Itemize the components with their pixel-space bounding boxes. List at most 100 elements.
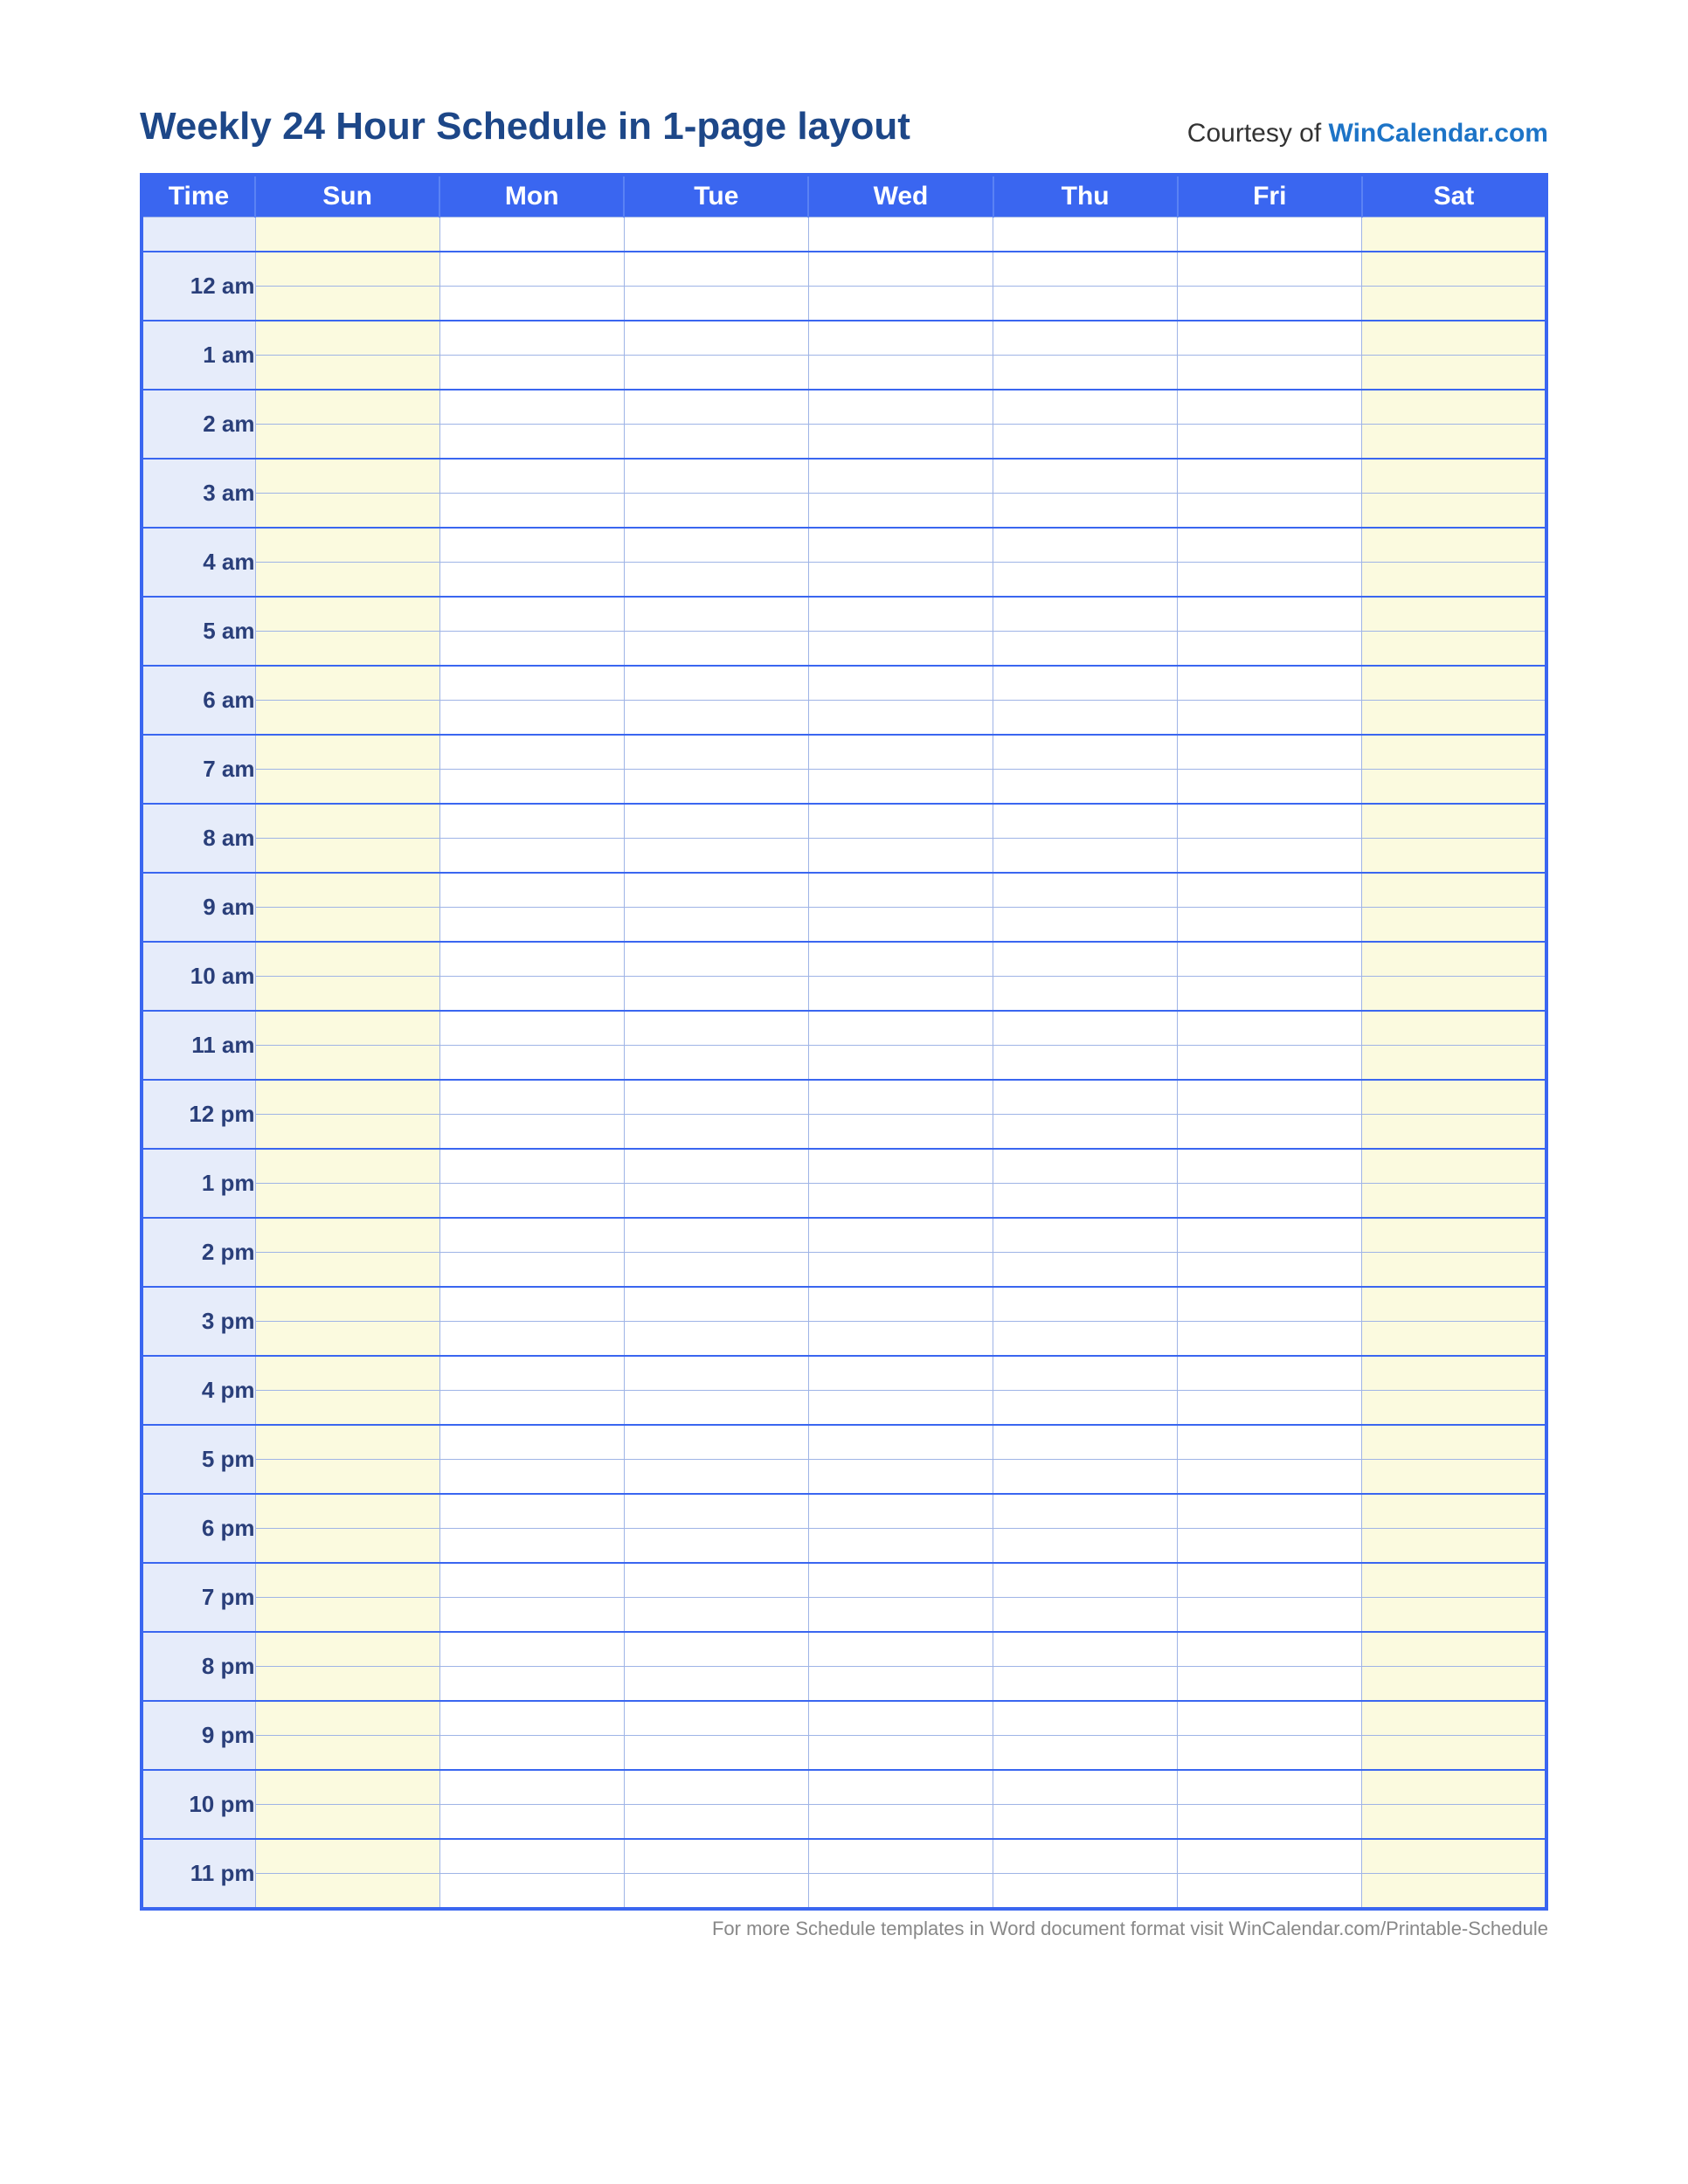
schedule-cell[interactable] bbox=[255, 666, 439, 701]
schedule-cell[interactable] bbox=[255, 1391, 439, 1426]
schedule-cell[interactable] bbox=[808, 494, 993, 529]
schedule-cell[interactable] bbox=[624, 252, 808, 287]
schedule-cell[interactable] bbox=[624, 1770, 808, 1805]
schedule-cell[interactable] bbox=[993, 252, 1178, 287]
schedule-cell[interactable] bbox=[624, 356, 808, 390]
schedule-cell[interactable] bbox=[255, 1356, 439, 1391]
schedule-cell[interactable] bbox=[255, 287, 439, 321]
schedule-cell[interactable] bbox=[808, 1322, 993, 1357]
schedule-cell[interactable] bbox=[993, 770, 1178, 805]
schedule-cell[interactable] bbox=[439, 632, 624, 667]
schedule-cell[interactable] bbox=[993, 839, 1178, 874]
schedule-cell[interactable] bbox=[255, 1218, 439, 1253]
schedule-cell[interactable] bbox=[1178, 942, 1362, 977]
schedule-cell[interactable] bbox=[1178, 494, 1362, 529]
schedule-cell[interactable] bbox=[1362, 356, 1546, 390]
schedule-cell[interactable] bbox=[808, 528, 993, 563]
schedule-cell[interactable] bbox=[624, 1287, 808, 1322]
schedule-cell[interactable] bbox=[1362, 1667, 1546, 1702]
schedule-cell[interactable] bbox=[1362, 1494, 1546, 1529]
schedule-cell[interactable] bbox=[808, 390, 993, 425]
schedule-cell[interactable] bbox=[993, 563, 1178, 598]
schedule-cell[interactable] bbox=[255, 1874, 439, 1910]
schedule-cell[interactable] bbox=[808, 1046, 993, 1081]
schedule-cell[interactable] bbox=[255, 1460, 439, 1495]
schedule-cell[interactable] bbox=[1362, 942, 1546, 977]
schedule-cell[interactable] bbox=[624, 1322, 808, 1357]
schedule-cell[interactable] bbox=[439, 1356, 624, 1391]
schedule-cell[interactable] bbox=[439, 390, 624, 425]
schedule-cell[interactable] bbox=[993, 1391, 1178, 1426]
schedule-cell[interactable] bbox=[439, 666, 624, 701]
courtesy-link[interactable]: WinCalendar.com bbox=[1329, 119, 1548, 148]
schedule-cell[interactable] bbox=[624, 1046, 808, 1081]
schedule-cell[interactable] bbox=[255, 839, 439, 874]
schedule-cell[interactable] bbox=[439, 459, 624, 494]
schedule-cell[interactable] bbox=[439, 1011, 624, 1046]
schedule-cell[interactable] bbox=[439, 1494, 624, 1529]
schedule-cell[interactable] bbox=[624, 321, 808, 356]
schedule-cell[interactable] bbox=[993, 1046, 1178, 1081]
schedule-cell[interactable] bbox=[255, 735, 439, 770]
schedule-cell[interactable] bbox=[1362, 459, 1546, 494]
schedule-cell[interactable] bbox=[624, 597, 808, 632]
schedule-cell[interactable] bbox=[993, 1598, 1178, 1633]
schedule-cell[interactable] bbox=[993, 1218, 1178, 1253]
schedule-cell[interactable] bbox=[439, 1322, 624, 1357]
schedule-cell[interactable] bbox=[808, 1529, 993, 1564]
schedule-cell[interactable] bbox=[1362, 735, 1546, 770]
schedule-cell[interactable] bbox=[255, 1632, 439, 1667]
schedule-cell[interactable] bbox=[255, 459, 439, 494]
schedule-cell[interactable] bbox=[808, 666, 993, 701]
schedule-cell[interactable] bbox=[624, 804, 808, 839]
schedule-cell[interactable] bbox=[624, 770, 808, 805]
schedule-cell[interactable] bbox=[624, 1563, 808, 1598]
footer-link[interactable]: WinCalendar.com/Printable-Schedule bbox=[1228, 1918, 1548, 1939]
schedule-cell[interactable] bbox=[1178, 1667, 1362, 1702]
schedule-cell[interactable] bbox=[808, 1184, 993, 1219]
schedule-cell[interactable] bbox=[439, 1529, 624, 1564]
schedule-cell[interactable] bbox=[1178, 1805, 1362, 1840]
schedule-cell[interactable] bbox=[808, 1287, 993, 1322]
schedule-cell[interactable] bbox=[624, 494, 808, 529]
schedule-cell[interactable] bbox=[1362, 1391, 1546, 1426]
schedule-cell[interactable] bbox=[255, 701, 439, 736]
schedule-cell[interactable] bbox=[1178, 770, 1362, 805]
schedule-cell[interactable] bbox=[808, 1149, 993, 1184]
schedule-cell[interactable] bbox=[1178, 1046, 1362, 1081]
schedule-cell[interactable] bbox=[439, 1632, 624, 1667]
schedule-cell[interactable] bbox=[993, 1322, 1178, 1357]
schedule-cell[interactable] bbox=[255, 1115, 439, 1150]
schedule-cell[interactable] bbox=[439, 1253, 624, 1288]
schedule-cell[interactable] bbox=[439, 356, 624, 390]
schedule-cell[interactable] bbox=[624, 942, 808, 977]
schedule-cell[interactable] bbox=[808, 942, 993, 977]
schedule-cell[interactable] bbox=[624, 908, 808, 943]
schedule-cell[interactable] bbox=[808, 425, 993, 460]
schedule-cell[interactable] bbox=[808, 459, 993, 494]
schedule-cell[interactable] bbox=[808, 632, 993, 667]
schedule-cell[interactable] bbox=[624, 218, 808, 252]
schedule-cell[interactable] bbox=[1362, 1011, 1546, 1046]
schedule-cell[interactable] bbox=[1362, 1529, 1546, 1564]
schedule-cell[interactable] bbox=[808, 563, 993, 598]
schedule-cell[interactable] bbox=[808, 908, 993, 943]
schedule-cell[interactable] bbox=[993, 1115, 1178, 1150]
schedule-cell[interactable] bbox=[1362, 1839, 1546, 1874]
schedule-cell[interactable] bbox=[808, 1011, 993, 1046]
schedule-cell[interactable] bbox=[624, 1632, 808, 1667]
schedule-cell[interactable] bbox=[1362, 1253, 1546, 1288]
schedule-cell[interactable] bbox=[255, 390, 439, 425]
schedule-cell[interactable] bbox=[439, 494, 624, 529]
schedule-cell[interactable] bbox=[808, 1356, 993, 1391]
schedule-cell[interactable] bbox=[808, 1598, 993, 1633]
schedule-cell[interactable] bbox=[439, 839, 624, 874]
schedule-cell[interactable] bbox=[993, 425, 1178, 460]
schedule-cell[interactable] bbox=[993, 804, 1178, 839]
schedule-cell[interactable] bbox=[808, 1667, 993, 1702]
schedule-cell[interactable] bbox=[1362, 1184, 1546, 1219]
schedule-cell[interactable] bbox=[624, 701, 808, 736]
schedule-cell[interactable] bbox=[1362, 597, 1546, 632]
schedule-cell[interactable] bbox=[439, 1770, 624, 1805]
schedule-cell[interactable] bbox=[255, 1770, 439, 1805]
